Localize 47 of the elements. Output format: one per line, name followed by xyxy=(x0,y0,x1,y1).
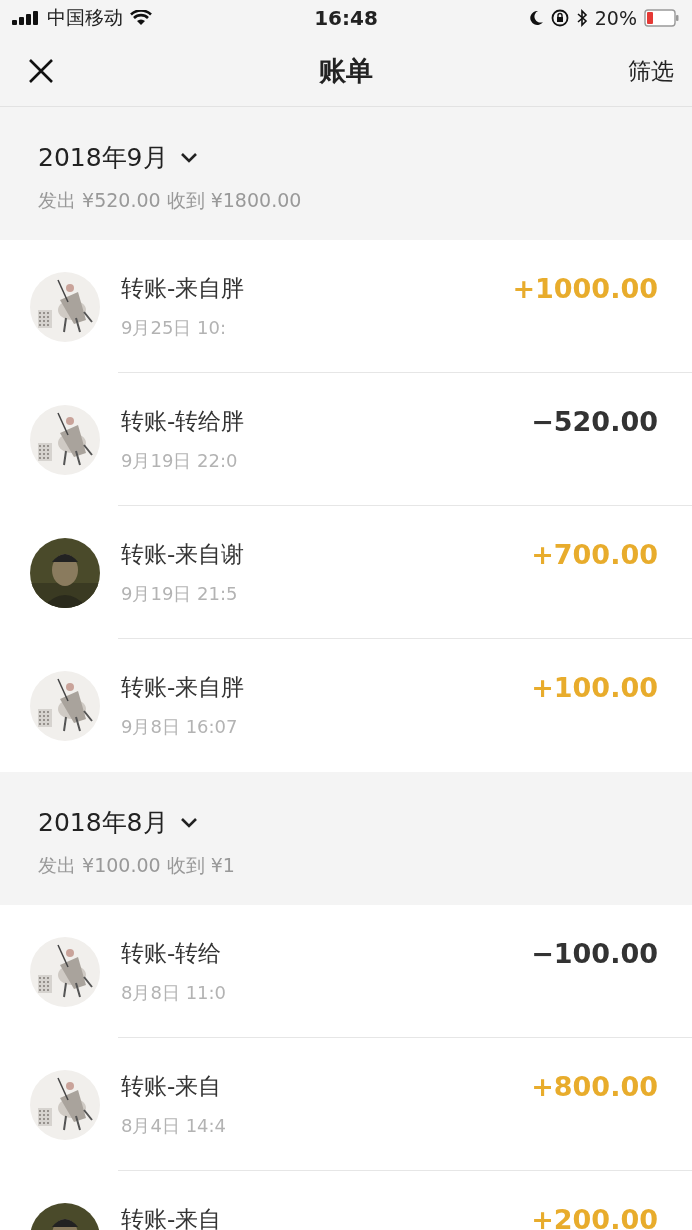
month-summary: 发出 ¥100.00 收到 ¥1 xyxy=(38,853,236,878)
transaction-title: 转账-来自胖 xyxy=(121,673,245,702)
transaction-amount: −100.00 xyxy=(531,938,658,969)
transaction-time: 9月8日 16:07 xyxy=(121,715,239,739)
transaction-amount: −520.00 xyxy=(531,406,658,437)
transaction-time: 9月19日 21:5 xyxy=(121,582,239,606)
transaction-time: 9月19日 22:0 xyxy=(121,449,239,473)
month-summary: 发出 ¥520.00 收到 ¥1800.00 xyxy=(38,188,303,213)
transaction-row[interactable]: 转账-转给 8月8日 11:0 −100.00 xyxy=(0,905,692,1038)
chevron-down-icon xyxy=(179,151,198,164)
month-title: 2018年9月 xyxy=(38,142,168,174)
transaction-title: 转账-来自谢 xyxy=(121,540,245,569)
month-title: 2018年8月 xyxy=(38,807,168,839)
month-header[interactable]: 2018年8月 发出 ¥100.00 收到 ¥1 xyxy=(0,772,692,905)
transaction-time: 8月8日 11:0 xyxy=(121,981,227,1005)
carrier-name: 中国移动 xyxy=(47,5,123,30)
transaction-row[interactable]: 转账-来自 +200.00 xyxy=(0,1171,692,1230)
battery-icon xyxy=(644,9,680,27)
close-icon xyxy=(28,58,54,84)
transaction-amount: +1000.00 xyxy=(512,273,658,304)
clock: 16:48 xyxy=(314,6,378,30)
signal-icon xyxy=(12,11,40,25)
transaction-amount: +200.00 xyxy=(531,1204,658,1230)
transaction-amount: +100.00 xyxy=(531,672,658,703)
transaction-amount: +700.00 xyxy=(531,539,658,570)
wifi-icon xyxy=(130,10,152,26)
transaction-row[interactable]: 转账-来自谢 9月19日 21:5 +700.00 xyxy=(0,506,692,639)
transaction-row[interactable]: 转账-来自胖 9月25日 10: +1000.00 xyxy=(0,240,692,373)
transaction-row[interactable]: 转账-来自胖 9月8日 16:07 +100.00 xyxy=(0,639,692,772)
rotation-lock-icon xyxy=(550,9,569,27)
transaction-title: 转账-来自 xyxy=(121,1205,222,1230)
transaction-row[interactable]: 转账-转给胖 9月19日 22:0 −520.00 xyxy=(0,373,692,506)
transaction-title: 转账-来自 xyxy=(121,1072,223,1101)
transaction-amount: +800.00 xyxy=(531,1071,658,1102)
battery-percent: 20% xyxy=(594,7,637,29)
transaction-time: 9月25日 10: xyxy=(121,316,228,340)
transaction-title: 转账-转给胖 xyxy=(121,407,245,436)
filter-button[interactable]: 筛选 xyxy=(628,55,674,87)
month-header[interactable]: 2018年9月 发出 ¥520.00 收到 ¥1800.00 xyxy=(0,107,692,240)
bluetooth-icon xyxy=(575,9,588,27)
transaction-row[interactable]: 转账-来自 8月4日 14:4 +800.00 xyxy=(0,1038,692,1171)
transaction-time: 8月4日 14:4 xyxy=(121,1114,227,1138)
chevron-down-icon xyxy=(179,816,198,829)
page-title: 账单 xyxy=(319,54,373,88)
moon-icon xyxy=(528,10,544,26)
transaction-title: 转账-转给 xyxy=(121,939,223,968)
transaction-title: 转账-来自胖 xyxy=(121,274,245,303)
